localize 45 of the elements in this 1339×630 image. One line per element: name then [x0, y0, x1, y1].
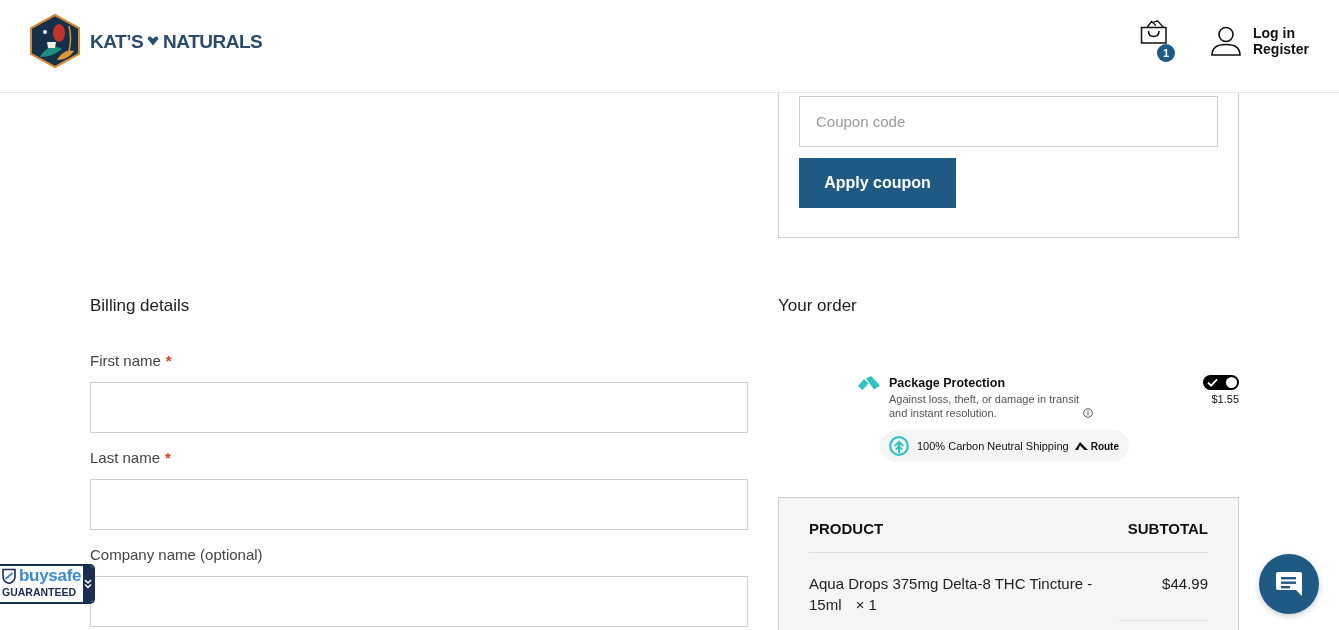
carbon-neutral-text: 100% Carbon Neutral Shipping: [917, 438, 1069, 454]
protection-price: $1.55: [1211, 392, 1239, 406]
account-link[interactable]: Register: [1252, 41, 1309, 57]
brand-text: Route: [1090, 439, 1119, 454]
subtotal-amount: $44.99: [1119, 552, 1208, 620]
logo-text[interactable]: NATURALS: [163, 31, 263, 51]
text-input-field[interactable]: [90, 382, 748, 433]
text-input-field[interactable]: [90, 576, 748, 627]
coupon-input-field[interactable]: Coupon code: [799, 96, 1218, 147]
field-label: First name: [90, 351, 161, 371]
column-header: SUBTOTAL: [1119, 520, 1208, 553]
protection-logo-icon: [858, 376, 880, 390]
field-label: Company name (optional): [90, 545, 263, 565]
info-icon[interactable]: [1083, 408, 1093, 418]
chat-button[interactable]: [1259, 554, 1319, 614]
expand-tab[interactable]: [83, 566, 93, 602]
double-chevron-down-icon: [84, 579, 92, 589]
account-link[interactable]: Log in: [1252, 25, 1309, 41]
mountain-icon: [1074, 442, 1088, 450]
field-label: Last name: [90, 448, 161, 468]
toggle-knob[interactable]: [1226, 377, 1237, 388]
shopping-bag-icon[interactable]: [1139, 20, 1169, 44]
heart-icon: [147, 36, 160, 46]
required-mark: *: [165, 448, 171, 468]
chat-bubble-icon: [1275, 571, 1303, 597]
logo-text[interactable]: KAT’S: [90, 31, 144, 51]
order-title: Your order: [778, 295, 858, 317]
billing-title: Billing details: [90, 295, 191, 317]
protection-toggle[interactable]: [1203, 375, 1239, 390]
user-icon[interactable]: [1210, 26, 1241, 56]
cart-count-badge: 1: [1156, 44, 1175, 62]
buysafe-badge[interactable]: buysafe GUARANTEED: [0, 564, 95, 604]
protection-description: Against loss, theft, or damage in transit and instant resolution.: [889, 392, 1081, 420]
apply-coupon-button[interactable]: Apply coupon: [799, 158, 956, 208]
hexagon-emblem-icon[interactable]: [28, 13, 82, 69]
protection-title: Package Protection: [889, 375, 1006, 391]
buysafe-brand-text: buysafe: [19, 566, 82, 585]
text-input-field[interactable]: [90, 479, 748, 530]
guarantee-label: GUARANTEED: [2, 586, 78, 598]
required-mark: *: [165, 351, 172, 371]
check-icon: [1207, 378, 1218, 387]
product-name: Aqua Drops 375mg Delta-8 THC Tincture - 15ml × 1: [809, 552, 1119, 620]
column-header: PRODUCT: [809, 520, 1119, 553]
shield-icon: [2, 567, 16, 584]
tree-icon: [889, 436, 909, 456]
